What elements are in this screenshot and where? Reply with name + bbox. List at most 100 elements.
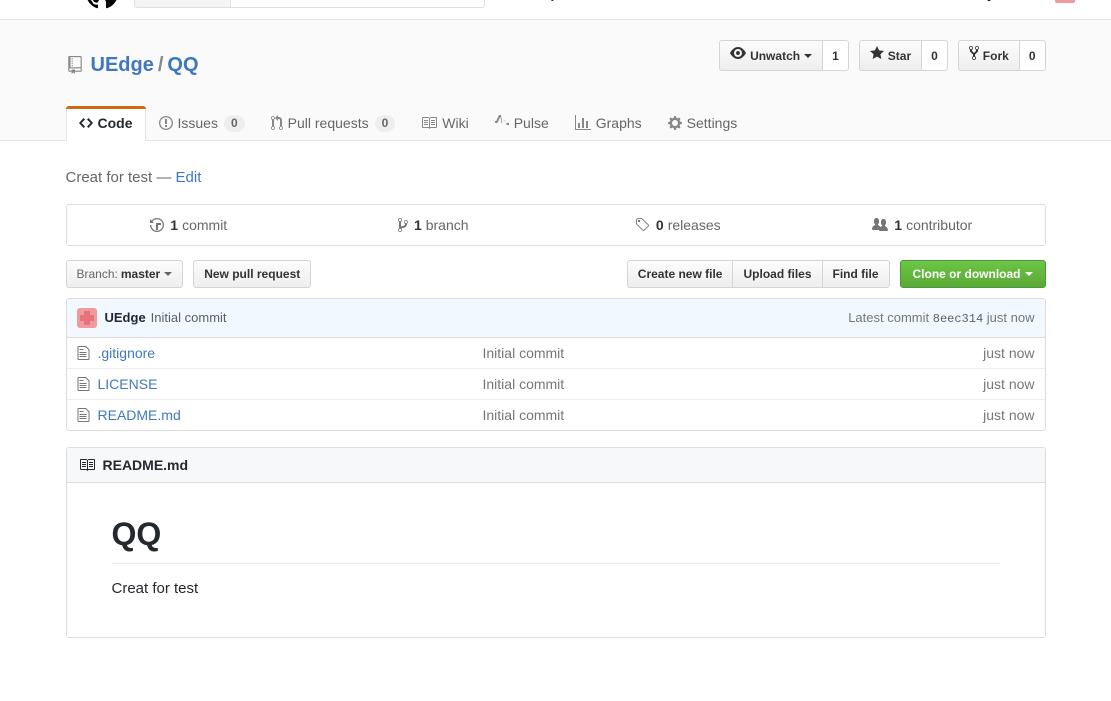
global-nav: Pull requests Issues Gist <box>503 0 698 1</box>
fork-button-group: Fork 0 <box>957 40 1046 71</box>
search-input[interactable] <box>230 0 484 7</box>
commit-author-avatar[interactable] <box>76 307 97 328</box>
summary-releases[interactable]: 0 releases <box>556 205 801 245</box>
page-title: UEdge / QQ <box>66 53 199 77</box>
tab-settings-label: Settings <box>686 115 738 132</box>
tab-issues-label: Issues <box>177 115 218 132</box>
find-file-button[interactable]: Find file <box>821 259 890 288</box>
chevron-down-icon <box>164 271 173 276</box>
branch-name-label: master <box>120 266 161 281</box>
search-scope-label[interactable]: This repository <box>135 0 231 7</box>
summary-branches[interactable]: 1 branch <box>311 205 556 245</box>
repo-name-link[interactable]: QQ <box>167 53 198 77</box>
file-commit-message[interactable]: Initial commit <box>483 345 984 361</box>
commit-author-link[interactable]: UEdge <box>105 310 146 325</box>
new-pull-request-button[interactable]: New pull request <box>193 259 312 288</box>
tab-graphs[interactable]: Graphs <box>562 106 655 141</box>
file-commit-age: just now <box>983 406 1035 423</box>
file-commit-message[interactable]: Initial commit <box>483 407 984 423</box>
nav-gist[interactable]: Gist <box>671 0 698 1</box>
readme-body: QQ Creat for test <box>67 483 1045 637</box>
repo-owner-link[interactable]: UEdge <box>91 53 154 77</box>
branches-label: branch <box>425 216 469 233</box>
repo-description-text: Creat for test <box>65 168 153 186</box>
watch-button-group: Unwatch 1 <box>719 40 849 71</box>
tab-pulse[interactable]: Pulse <box>482 106 562 141</box>
clone-or-download-label: Clone or download <box>912 266 1021 281</box>
star-icon <box>869 45 888 66</box>
tab-code[interactable]: Code <box>65 105 146 141</box>
code-icon <box>78 115 93 131</box>
upload-files-button[interactable]: Upload files <box>732 259 822 288</box>
tab-issues[interactable]: Issues 0 <box>146 106 258 141</box>
file-name-link[interactable]: .gitignore <box>98 345 483 361</box>
branch-select-button[interactable]: Branch: master <box>65 259 184 288</box>
create-new-file-button[interactable]: Create new file <box>626 259 733 288</box>
repo-description: Creat for test — Edit <box>66 161 1046 204</box>
github-mark-icon[interactable] <box>86 0 118 9</box>
nav-issues[interactable]: Issues <box>609 0 653 1</box>
unwatch-label: Unwatch <box>750 48 801 63</box>
repo-summary-bar: 1 commit 1 branch 0 releases 1 contribut… <box>65 203 1046 246</box>
nav-pull-requests[interactable]: Pull requests <box>503 0 591 1</box>
file-list-container: UEdge Initial commit Latest commit 8eec3… <box>65 297 1046 431</box>
readme-paragraph: Creat for test <box>111 580 199 598</box>
tab-wiki[interactable]: Wiki <box>408 106 481 141</box>
file-name-link[interactable]: LICENSE <box>98 376 483 392</box>
contributors-label: contributor <box>906 216 973 233</box>
table-row[interactable]: README.md Initial commit just now <box>67 400 1045 430</box>
readme-header: README.md <box>66 447 1045 483</box>
fork-label: Fork <box>982 48 1009 63</box>
search-box[interactable]: This repository <box>134 0 485 8</box>
chevron-down-icon <box>1024 271 1033 276</box>
repo-separator: / <box>157 54 164 77</box>
plus-icon[interactable] <box>1013 0 1039 1</box>
git-pull-request-icon <box>270 115 283 131</box>
clone-or-download-button[interactable]: Clone or download <box>899 259 1046 288</box>
tab-graphs-label: Graphs <box>595 115 642 132</box>
eye-icon <box>730 45 750 66</box>
fork-count[interactable]: 0 <box>1018 40 1046 71</box>
repo-tab-bar: Code Issues 0 Pull requests 0 Wiki Pulse… <box>65 105 1046 141</box>
book-icon <box>79 457 95 473</box>
tab-pull-requests[interactable]: Pull requests 0 <box>258 106 409 141</box>
file-commit-age: just now <box>983 344 1035 361</box>
releases-label: releases <box>667 216 721 233</box>
summary-contributors[interactable]: 1 contributor <box>800 205 1045 245</box>
file-icon <box>77 345 90 361</box>
tab-pull-requests-counter: 0 <box>374 114 396 132</box>
commit-message[interactable]: Initial commit <box>151 310 227 325</box>
unwatch-button[interactable]: Unwatch <box>719 40 823 71</box>
commit-sha[interactable]: 8eec314 <box>933 312 983 326</box>
gear-icon <box>667 115 682 131</box>
branches-count: 1 <box>413 216 422 233</box>
repo-book-icon <box>66 56 84 75</box>
summary-commits[interactable]: 1 commit <box>67 205 312 245</box>
avatar[interactable] <box>1055 0 1087 3</box>
file-name-link[interactable]: README.md <box>98 407 483 423</box>
bell-icon[interactable] <box>981 0 997 1</box>
star-label: Star <box>887 48 912 63</box>
history-icon <box>150 217 165 233</box>
edit-description-link[interactable]: Edit <box>176 169 202 186</box>
repo-actions: Unwatch 1 Star 0 Fork 0 <box>719 40 1046 71</box>
organization-icon <box>872 217 889 233</box>
contributors-count: 1 <box>894 216 903 233</box>
readme-heading: QQ <box>111 515 1000 565</box>
repo-description-dash: — <box>156 168 172 186</box>
chevron-down-icon <box>804 53 813 58</box>
table-row[interactable]: .gitignore Initial commit just now <box>66 338 1045 369</box>
releases-count: 0 <box>655 216 664 233</box>
table-row[interactable]: LICENSE Initial commit just now <box>66 369 1045 400</box>
git-branch-icon <box>397 217 408 233</box>
file-actions-row: Branch: master New pull request Create n… <box>65 259 1046 288</box>
star-count[interactable]: 0 <box>921 40 948 71</box>
watch-count[interactable]: 1 <box>822 40 849 71</box>
file-commit-message[interactable]: Initial commit <box>483 376 984 392</box>
branch-prefix-label: Branch: <box>76 266 118 281</box>
commit-age: just now <box>986 309 1035 325</box>
tab-settings[interactable]: Settings <box>655 106 751 141</box>
fork-button[interactable]: Fork <box>957 40 1019 71</box>
star-button-group: Star 0 <box>858 40 948 71</box>
star-button[interactable]: Star <box>858 40 922 71</box>
